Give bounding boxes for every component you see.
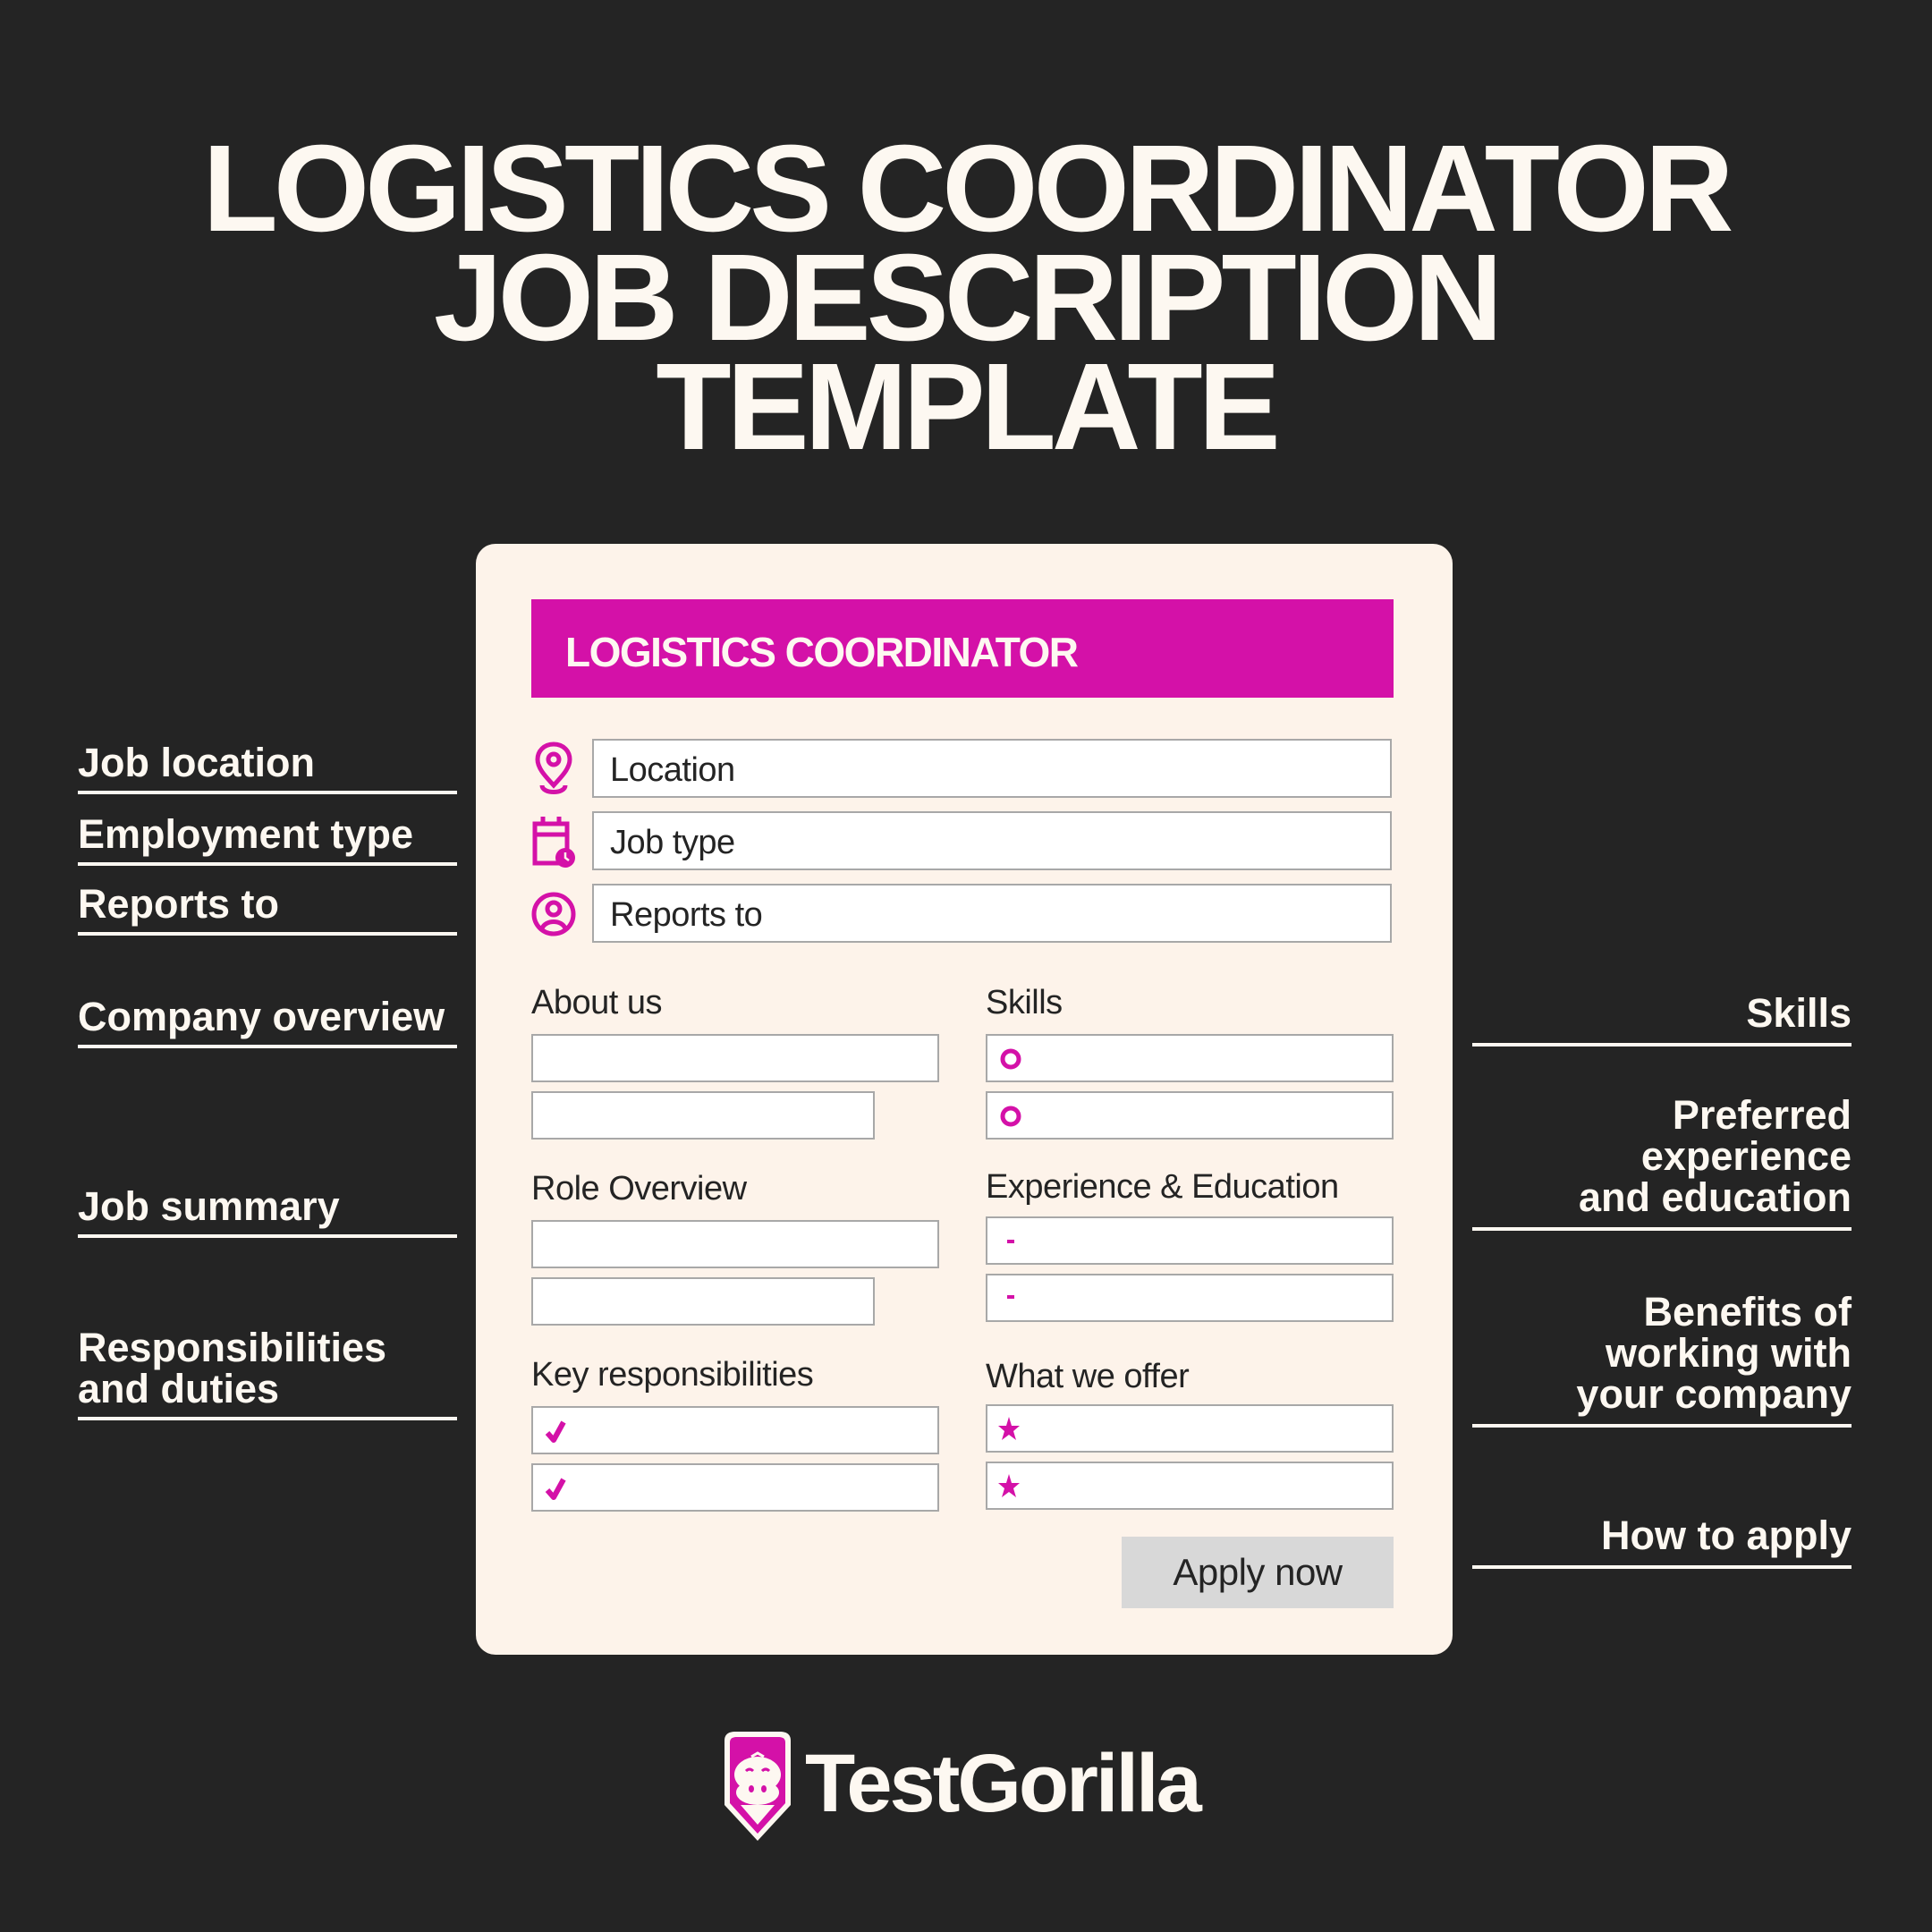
dash-bullet-icon [1007, 1295, 1014, 1299]
star-icon [998, 1474, 1020, 1497]
label-preferred-experience: Preferred experience and education [1472, 1095, 1852, 1231]
role-overview-label: Role Overview [531, 1170, 747, 1208]
skills-label: Skills [986, 984, 1063, 1021]
user-circle-icon [531, 892, 576, 936]
skills-line-1[interactable] [986, 1034, 1394, 1082]
title-line-2: JOB DESCRIPTION [433, 229, 1503, 367]
ring-bullet-icon [1000, 1106, 1021, 1127]
role-overview-line-1[interactable] [531, 1220, 939, 1268]
label-job-summary: Job summary [78, 1186, 457, 1238]
experience-education-label: Experience & Education [986, 1168, 1339, 1206]
location-pin-icon [535, 741, 572, 794]
ring-bullet-icon [1000, 1048, 1021, 1070]
field-row-location: Location [531, 739, 1394, 800]
card-header: LOGISTICS COORDINATOR [531, 599, 1394, 698]
label-skills: Skills [1472, 993, 1852, 1046]
check-icon [545, 1420, 566, 1443]
location-field[interactable]: Location [592, 739, 1392, 798]
check-icon [545, 1478, 566, 1500]
label-employment-type: Employment type [78, 814, 457, 866]
apply-now-button[interactable]: Apply now [1122, 1537, 1394, 1608]
label-job-location: Job location [78, 742, 457, 794]
label-benefits: Benefits of working with your company [1472, 1292, 1852, 1428]
skills-line-2[interactable] [986, 1091, 1394, 1140]
field-row-job-type: Job type [531, 811, 1394, 872]
brand-name: TestGorilla [805, 1738, 1202, 1829]
label-how-to-apply: How to apply [1472, 1515, 1852, 1569]
offer-line-2[interactable] [986, 1462, 1394, 1510]
title-line-3: TEMPLATE [656, 338, 1280, 476]
role-overview-line-2[interactable] [531, 1277, 875, 1326]
what-we-offer-label: What we offer [986, 1358, 1190, 1395]
title-line-1: LOGISTICS COORDINATOR [202, 120, 1734, 258]
label-reports-to: Reports to [78, 884, 457, 936]
page-title: LOGISTICS COORDINATOR JOB DESCRIPTION TE… [0, 120, 1932, 476]
experience-line-1[interactable] [986, 1216, 1394, 1265]
key-responsibilities-label: Key responsibilities [531, 1356, 814, 1394]
job-type-field-value: Job type [610, 824, 735, 861]
location-field-value: Location [610, 751, 735, 789]
job-type-field[interactable]: Job type [592, 811, 1392, 870]
star-icon [998, 1417, 1020, 1440]
responsibility-line-2[interactable] [531, 1463, 939, 1512]
offer-line-1[interactable] [986, 1404, 1394, 1453]
responsibility-line-1[interactable] [531, 1406, 939, 1454]
about-us-label: About us [531, 984, 663, 1021]
field-row-reports-to: Reports to [531, 884, 1394, 945]
card-header-title: LOGISTICS COORDINATOR [565, 629, 1079, 675]
experience-line-2[interactable] [986, 1274, 1394, 1322]
reports-to-field-value: Reports to [610, 896, 763, 934]
label-responsibilities-duties: Responsibilities and duties [78, 1327, 457, 1420]
testgorilla-logo: TestGorilla [717, 1728, 1218, 1853]
label-company-overview: Company overview [78, 996, 457, 1048]
about-us-line-2[interactable] [531, 1091, 875, 1140]
dash-bullet-icon [1007, 1240, 1014, 1243]
about-us-line-1[interactable] [531, 1034, 939, 1082]
calendar-clock-icon [532, 817, 575, 868]
job-description-card: LOGISTICS COORDINATOR Location Job type [476, 544, 1453, 1655]
reports-to-field[interactable]: Reports to [592, 884, 1392, 943]
gorilla-shield-icon [724, 1732, 791, 1841]
